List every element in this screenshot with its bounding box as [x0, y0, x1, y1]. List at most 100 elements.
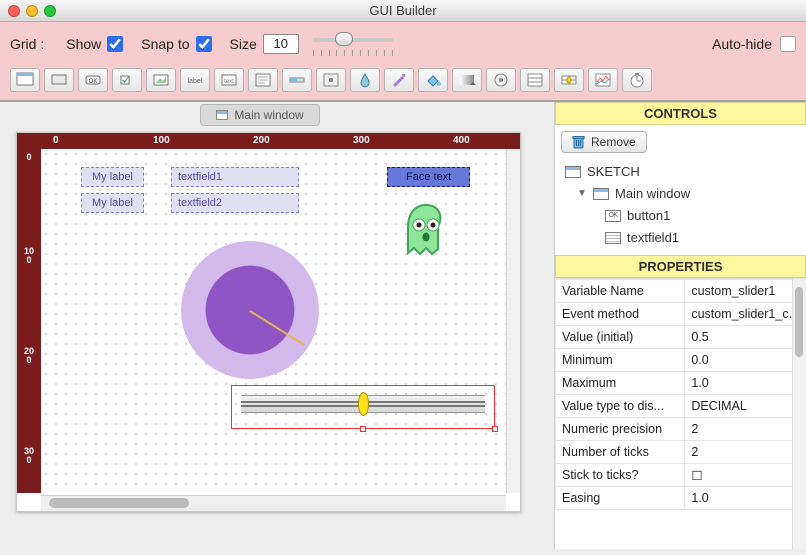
properties-panel: Variable Namecustom_slider1Event methodc…: [555, 278, 806, 549]
grid-size-option: Size 10: [230, 34, 299, 54]
property-key: Numeric precision: [556, 418, 685, 441]
slider-thumb-icon[interactable]: [335, 32, 353, 46]
property-row[interactable]: Minimum0.0: [556, 349, 806, 372]
grid-snap-checkbox[interactable]: [196, 36, 212, 52]
ruler-vertical: 0 100 200 300: [17, 149, 41, 493]
canvas-button1[interactable]: Face text: [387, 167, 470, 187]
tool-option-icon[interactable]: [520, 68, 550, 92]
ruler-tick: 400: [453, 133, 470, 149]
resize-handle-icon[interactable]: [492, 426, 498, 432]
canvas-scrollbar-horizontal[interactable]: [41, 495, 506, 511]
design-canvas[interactable]: My label My label textfield1 textfield2 …: [41, 149, 506, 493]
property-value[interactable]: 0.5: [685, 326, 806, 349]
tree-item-mainwindow[interactable]: ▼ Main window: [561, 183, 800, 205]
tool-slider2d-icon[interactable]: [316, 68, 346, 92]
grid-size-input[interactable]: 10: [263, 34, 299, 54]
grid-size-label: Size: [230, 36, 257, 52]
canvas-custom-slider[interactable]: [241, 395, 485, 431]
tree-label: SKETCH: [587, 161, 640, 183]
grid-size-slider[interactable]: [313, 28, 393, 60]
tool-knob-icon[interactable]: [486, 68, 516, 92]
property-value[interactable]: 1.0: [685, 372, 806, 395]
ruler-horizontal: 0 100 200 300 400: [41, 133, 520, 149]
property-value[interactable]: 2: [685, 441, 806, 464]
remove-button[interactable]: Remove: [561, 131, 647, 153]
property-row[interactable]: Number of ticks2: [556, 441, 806, 464]
grid-show-checkbox[interactable]: [107, 36, 123, 52]
knob-needle-icon: [249, 310, 304, 346]
canvas-sprite-ghost[interactable]: [403, 203, 449, 259]
property-value[interactable]: 1.0: [685, 487, 806, 510]
main-window-tab[interactable]: Main window: [200, 104, 320, 126]
autohide-option: Auto-hide: [712, 36, 796, 52]
tree-label: button1: [627, 205, 670, 227]
tool-window-icon[interactable]: [10, 68, 40, 92]
canvas-textfield2[interactable]: textfield2: [171, 193, 299, 213]
controls-tree: SKETCH ▼ Main window OK button1 textfiel…: [555, 159, 806, 255]
tree-item-textfield1[interactable]: textfield1: [561, 227, 800, 249]
property-key: Easing: [556, 487, 685, 510]
property-value[interactable]: custom_slider1_c...: [685, 303, 806, 326]
button-icon: OK: [605, 210, 621, 222]
property-row[interactable]: Variable Namecustom_slider1: [556, 280, 806, 303]
property-value[interactable]: DECIMAL: [685, 395, 806, 418]
tool-slider-icon[interactable]: [282, 68, 312, 92]
disclosure-triangle-icon[interactable]: ▼: [577, 183, 587, 205]
window-icon: [593, 188, 609, 200]
properties-scrollbar[interactable]: [792, 279, 806, 549]
ruler-tick: 200: [23, 347, 35, 365]
property-value[interactable]: ☐: [685, 464, 806, 487]
property-row[interactable]: Event methodcustom_slider1_c...: [556, 303, 806, 326]
property-row[interactable]: Numeric precision2: [556, 418, 806, 441]
ruler-tick: 100: [23, 247, 35, 265]
tool-fill-icon[interactable]: [418, 68, 448, 92]
property-row[interactable]: Easing1.0: [556, 487, 806, 510]
sketch-icon: [565, 166, 581, 178]
canvas-knob[interactable]: [181, 241, 319, 379]
canvas-area: Main window 0 100 200 300 400 0 100 200 …: [0, 102, 554, 549]
top-toolbar: Grid : Show Snap to Size 10 Auto-hide: [0, 22, 806, 102]
autohide-checkbox[interactable]: [780, 36, 796, 52]
property-value[interactable]: custom_slider1: [685, 280, 806, 303]
properties-panel-title: PROPERTIES: [555, 255, 806, 278]
tree-item-button1[interactable]: OK button1: [561, 205, 800, 227]
property-key: Stick to ticks?: [556, 464, 685, 487]
trash-icon: [572, 135, 585, 149]
slider-thumb-icon[interactable]: [358, 392, 369, 416]
tool-timer-icon[interactable]: [622, 68, 652, 92]
ruler-corner: [17, 133, 41, 149]
tool-panel-icon[interactable]: [44, 68, 74, 92]
tool-drop-icon[interactable]: [350, 68, 380, 92]
property-key: Value type to dis...: [556, 395, 685, 418]
workspace: Main window 0 100 200 300 400 0 100 200 …: [0, 102, 806, 549]
canvas-textfield1[interactable]: textfield1: [171, 167, 299, 187]
tree-item-sketch[interactable]: SKETCH: [561, 161, 800, 183]
tree-label: textfield1: [627, 227, 679, 249]
tool-button-icon[interactable]: OK: [78, 68, 108, 92]
property-row[interactable]: Value (initial)0.5: [556, 326, 806, 349]
mac-titlebar: GUI Builder: [0, 0, 806, 22]
ruler-tick: 100: [153, 133, 170, 149]
svg-text:text: text: [224, 79, 234, 85]
tool-customslider-icon[interactable]: [554, 68, 584, 92]
tool-sketch-icon[interactable]: [588, 68, 618, 92]
properties-table: Variable Namecustom_slider1Event methodc…: [555, 279, 806, 510]
property-row[interactable]: Maximum1.0: [556, 372, 806, 395]
tool-accent-icon[interactable]: [384, 68, 414, 92]
property-row[interactable]: Stick to ticks?☐: [556, 464, 806, 487]
canvas-scrollbar-vertical[interactable]: [506, 149, 520, 493]
tool-gradient-icon[interactable]: [452, 68, 482, 92]
tool-checkbox-icon[interactable]: [112, 68, 142, 92]
property-row[interactable]: Value type to dis...DECIMAL: [556, 395, 806, 418]
canvas-label1[interactable]: My label: [81, 167, 144, 187]
tool-text-icon[interactable]: text: [214, 68, 244, 92]
tool-textarea-icon[interactable]: [248, 68, 278, 92]
property-key: Event method: [556, 303, 685, 326]
svg-text:label: label: [188, 78, 203, 85]
property-value[interactable]: 2: [685, 418, 806, 441]
property-value[interactable]: 0.0: [685, 349, 806, 372]
tool-imgbutton-icon[interactable]: [146, 68, 176, 92]
grid-snap-option: Snap to: [141, 36, 211, 52]
tool-label-icon[interactable]: label: [180, 68, 210, 92]
canvas-label2[interactable]: My label: [81, 193, 144, 213]
